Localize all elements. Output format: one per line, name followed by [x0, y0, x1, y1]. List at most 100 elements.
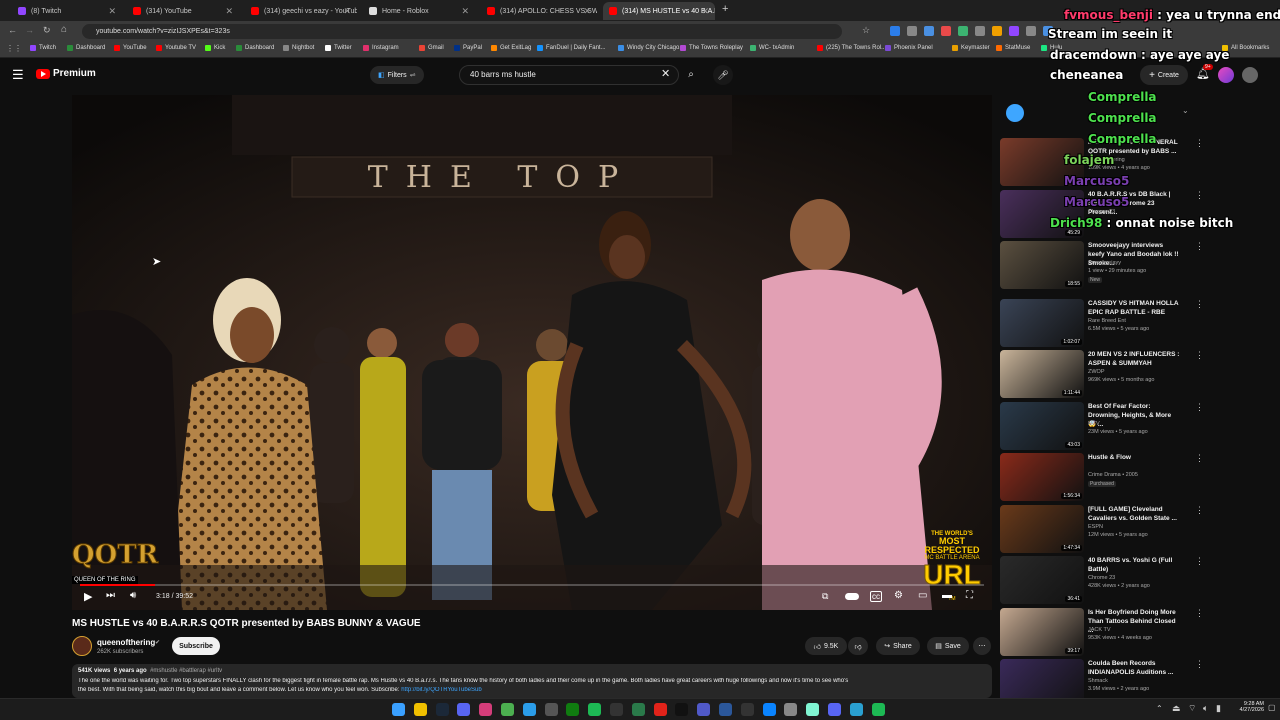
file-explorer-icon[interactable] — [413, 703, 427, 716]
recommended-video[interactable]: 43:03 Best Of Fear Factor: Drowning, Heig… — [1000, 402, 1270, 450]
apps-icon[interactable]: ⋮⋮ — [6, 44, 22, 53]
app-icon[interactable] — [631, 703, 645, 716]
settings-app-icon[interactable] — [784, 703, 798, 716]
chrome-icon[interactable] — [501, 703, 514, 716]
voice-search-icon[interactable]: 🎤︎ — [713, 65, 733, 85]
streamlabs-icon[interactable] — [806, 703, 820, 716]
browser-tab[interactable]: (314) MS HUSTLE vs 40 B.A.R.R✕ — [603, 2, 715, 20]
sidebar-chip-icon[interactable] — [1006, 104, 1024, 122]
steam-icon[interactable] — [435, 703, 449, 716]
video-thumbnail[interactable]: 39:17 — [1000, 608, 1084, 656]
bookmark-item[interactable]: WC- txAdmin — [750, 45, 794, 51]
affinity-icon[interactable] — [479, 703, 493, 716]
browser-tab[interactable]: (314) geechi vs eazy - YouTube ✕ — [245, 2, 357, 20]
theater-icon[interactable]: ▬ — [942, 590, 952, 601]
recommended-video[interactable]: 39:17 Is Her Boyfriend Doing More Than Ta… — [1000, 608, 1270, 656]
close-tab-icon[interactable]: ✕ — [461, 6, 469, 17]
video-thumbnail[interactable]: 36:41 — [1000, 556, 1084, 604]
more-vertical-icon[interactable]: ⋮ — [1195, 350, 1204, 361]
new-tab-icon[interactable]: + — [722, 3, 728, 15]
subscribe-button[interactable]: Subscribe — [172, 637, 220, 655]
bookmark-item[interactable]: Dashboard — [236, 45, 274, 51]
video-thumbnail[interactable]: 1:56:34 — [1000, 453, 1084, 501]
recommended-video[interactable]: 1:11:44 20 MEN VS 2 INFLUENCERS : ASPEN &… — [1000, 350, 1270, 398]
bookmark-item[interactable]: Twitter — [325, 45, 352, 51]
more-vertical-icon[interactable]: ⋮ — [1195, 505, 1204, 516]
windows-start-icon[interactable] — [392, 703, 405, 716]
channel-name[interactable]: queenofthering — [97, 638, 155, 647]
close-tab-icon[interactable]: ✕ — [701, 6, 709, 17]
browser-extension-icon[interactable] — [958, 26, 968, 36]
fullscreen-icon[interactable]: ⛶ — [966, 590, 973, 601]
video-thumbnail[interactable]: 43:03 — [1000, 402, 1084, 450]
channel-avatar[interactable] — [72, 636, 92, 656]
bookmark-item[interactable]: StatMuse — [996, 45, 1030, 51]
more-vertical-icon[interactable]: ⋮ — [1195, 241, 1204, 252]
tray-overflow-icon[interactable]: ⌃ — [1156, 704, 1163, 713]
progress-bar[interactable] — [80, 584, 984, 586]
bookmark-item[interactable]: Get ExitLag — [491, 45, 531, 51]
bookmark-star-icon[interactable]: ☆ — [862, 25, 870, 36]
search-input[interactable]: 40 barrs ms hustle — [459, 65, 679, 85]
volume-icon[interactable]: 🔊︎ — [130, 590, 136, 601]
browser-tab[interactable]: (314) YouTube ✕ — [127, 2, 239, 20]
more-vertical-icon[interactable]: ⋮ — [1195, 608, 1204, 619]
xbox-icon[interactable] — [566, 703, 580, 716]
close-tab-icon[interactable]: ✕ — [583, 6, 591, 17]
clear-search-icon[interactable]: ✕ — [661, 67, 670, 80]
bookmark-item[interactable]: Gmail — [419, 45, 444, 51]
recommended-video[interactable]: 45:29 40 B.A.R.R.S vs DB Black | Sandbox … — [1000, 190, 1270, 238]
more-vertical-icon[interactable]: ⋮ — [1195, 299, 1204, 310]
avatar[interactable] — [1242, 67, 1258, 83]
more-vertical-icon[interactable]: ⋮ — [1195, 190, 1204, 201]
youtube-logo[interactable]: Premium — [36, 68, 96, 79]
subscribe-link[interactable]: http://bit.ly/QOTRYouTubeSub — [401, 687, 482, 693]
x-icon[interactable] — [675, 703, 689, 716]
more-vertical-icon[interactable]: ⋮ — [1195, 556, 1204, 567]
filters-button[interactable]: ◧ Filters ⇌ — [370, 66, 424, 84]
vscode-icon[interactable] — [522, 703, 536, 716]
recommended-video[interactable]: 1:02:07 CASSIDY VS HITMAN HOLLA EPIC RAP … — [1000, 299, 1270, 347]
url-field[interactable]: youtube.com/watch?v=zizIJSXPEs&t=323s — [82, 24, 842, 39]
recommended-video[interactable]: 36:41 40 BARRS vs. Yoshi G (Full Battle) C… — [1000, 556, 1270, 604]
notepad-icon[interactable] — [544, 703, 558, 716]
bookmark-item[interactable]: YouTube — [114, 45, 147, 51]
autoplay-toggle[interactable] — [845, 593, 859, 600]
speaker-icon[interactable]: 🔈︎ — [1203, 703, 1208, 714]
extension-avatar[interactable] — [1218, 67, 1234, 83]
recommended-video[interactable]: 18:55 Smooveejayy interviews keefy Yano a… — [1000, 241, 1270, 289]
discord-icon[interactable] — [457, 703, 471, 716]
close-tab-icon[interactable]: ✕ — [225, 6, 233, 17]
video-thumbnail[interactable]: 18:55 — [1000, 241, 1084, 289]
miniplayer-icon[interactable]: ▭ — [918, 590, 927, 601]
home-icon[interactable]: ⌂ — [61, 24, 67, 35]
system-clock[interactable]: 9:28 AM 4/27/2026 — [1226, 701, 1264, 713]
recommended-video[interactable]: 1:47:34 [FULL GAME] Cleveland Cavaliers v… — [1000, 505, 1270, 553]
close-tab-icon[interactable]: ✕ — [343, 6, 351, 17]
browser-extension-icon[interactable] — [941, 26, 951, 36]
discord-app-icon[interactable] — [828, 703, 841, 716]
settings-icon[interactable]: ⚙ — [894, 590, 903, 601]
word-icon[interactable] — [719, 703, 732, 716]
video-player[interactable]: THE TOP QOTR QUEEN OF THE RING THE WORLD… — [72, 95, 992, 610]
bookmark-item[interactable]: Windy City Chicago... — [618, 45, 684, 51]
play-icon[interactable]: ▶ — [84, 590, 92, 603]
sidebar-chevron-icon[interactable]: ⌄ — [1182, 106, 1189, 115]
video-thumbnail[interactable]: 1:02:07 — [1000, 299, 1084, 347]
bookmark-item[interactable]: Dashboard — [67, 45, 105, 51]
reload-icon[interactable]: ↻ — [43, 25, 51, 36]
bookmark-item[interactable]: Phoenix Panel — [885, 45, 933, 51]
close-tab-icon[interactable]: ✕ — [108, 6, 116, 17]
browser-extension-icon[interactable] — [924, 26, 934, 36]
subtitles-icon[interactable]: cc — [870, 591, 882, 602]
next-icon[interactable]: ⏭ — [106, 590, 115, 601]
browser-extension-icon[interactable] — [975, 26, 985, 36]
bookmark-item[interactable]: Keymaster — [952, 45, 990, 51]
forward-icon[interactable]: → — [25, 25, 34, 35]
obs-icon[interactable] — [610, 703, 623, 716]
save-button[interactable]: ▤ Save — [927, 637, 969, 655]
video-thumbnail[interactable]: 1:47:34 — [1000, 505, 1084, 553]
bookmark-item[interactable]: FanDuel | Daily Fant... — [537, 45, 606, 51]
wifi-icon[interactable]: ⌔ — [1188, 703, 1196, 714]
github-icon[interactable] — [740, 703, 754, 716]
